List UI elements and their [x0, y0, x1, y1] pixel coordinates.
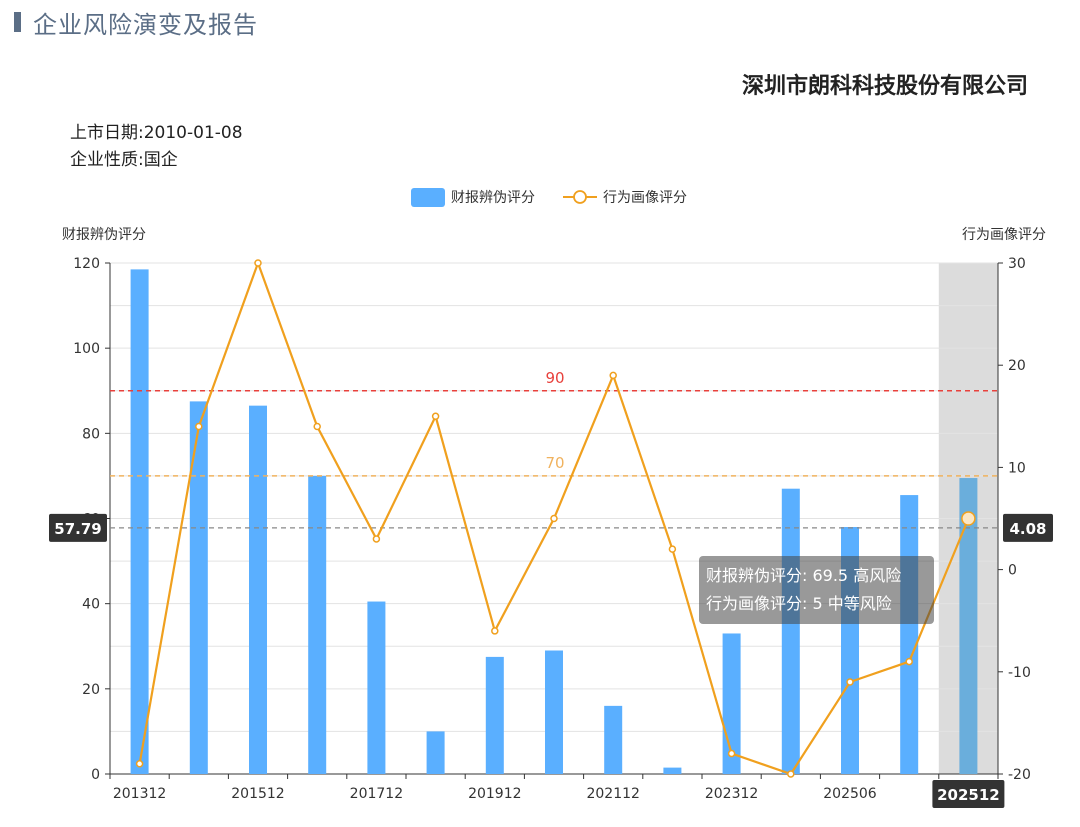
bar[interactable] [900, 495, 919, 774]
bar[interactable] [604, 705, 623, 774]
right-axis-tick-label: 0 [1008, 563, 1017, 579]
tooltip-line-2: 行为画像评分: 5 中等风险 [706, 594, 892, 613]
line-point[interactable] [431, 412, 440, 421]
right-axis-title: 行为画像评分 [962, 227, 1046, 243]
x-axis-tick-label: 202312 [705, 786, 758, 802]
line-point[interactable] [550, 514, 558, 523]
x-axis-pointer-label: 202512 [937, 786, 1000, 804]
left-axis-tick-label: 80 [82, 426, 100, 442]
right-axis-tick-label: 20 [1008, 358, 1026, 374]
x-axis-tick-label: 201312 [113, 786, 166, 802]
x-axis-tick-label: 201512 [231, 786, 284, 802]
line-point[interactable] [668, 545, 677, 553]
line-point[interactable] [491, 627, 499, 635]
line-point[interactable] [846, 678, 854, 686]
line-point[interactable] [787, 770, 795, 778]
right-axis-pointer-label: 4.08 [1009, 520, 1046, 538]
tooltip-line-1: 财报辨伪评分: 69.5 高风险 [706, 566, 902, 585]
bar[interactable] [367, 601, 386, 774]
bar[interactable] [426, 731, 445, 774]
right-axis-tick-label: -10 [1008, 665, 1031, 681]
legend-line-label: 行为画像评分 [603, 190, 687, 206]
left-axis-pointer-label: 57.79 [54, 520, 101, 538]
x-axis-tick-label: 202506 [823, 786, 877, 802]
line-point[interactable] [135, 760, 144, 768]
bar[interactable] [485, 656, 504, 774]
bar[interactable] [663, 767, 682, 774]
chart-tooltip: 财报辨伪评分: 69.5 高风险 行为画像评分: 5 中等风险 [699, 556, 934, 624]
legend-line-marker [573, 190, 587, 204]
bar[interactable] [545, 650, 563, 774]
x-axis-tick-label: 201712 [350, 786, 403, 802]
line-point[interactable] [254, 259, 262, 267]
right-axis-tick-label: 10 [1008, 460, 1026, 476]
line-point[interactable] [372, 535, 381, 543]
left-axis-tick-label: 0 [91, 767, 100, 783]
x-axis-tick-label: 202112 [586, 786, 639, 802]
bar[interactable] [130, 269, 149, 774]
x-axis-tick-label: 201912 [468, 786, 521, 802]
bar[interactable] [781, 488, 800, 774]
left-axis-tick-label: 40 [82, 597, 100, 613]
line-point[interactable] [313, 422, 321, 431]
left-axis-tick-label: 120 [73, 256, 100, 272]
line-point[interactable] [727, 749, 736, 758]
legend-bar-label: 财报辨伪评分 [451, 190, 535, 206]
line-point[interactable] [195, 422, 203, 431]
line-point[interactable] [961, 511, 976, 526]
left-axis-tick-label: 100 [73, 341, 100, 357]
left-axis-title: 财报辨伪评分 [62, 227, 146, 243]
mark-line-label: 90 [545, 369, 564, 387]
line-point[interactable] [609, 371, 617, 380]
left-axis-tick-label: 20 [82, 682, 100, 698]
line-point[interactable] [905, 657, 913, 666]
mark-line-label: 70 [545, 454, 564, 472]
right-axis-tick-label: -20 [1008, 767, 1031, 783]
legend-bar-swatch[interactable] [411, 188, 445, 207]
risk-chart[interactable]: 020406080100120-20-100102030财报辨伪评分行为画像评分… [0, 0, 1080, 827]
bar[interactable] [249, 405, 267, 774]
bar[interactable] [308, 475, 327, 774]
right-axis-tick-label: 30 [1008, 256, 1026, 272]
